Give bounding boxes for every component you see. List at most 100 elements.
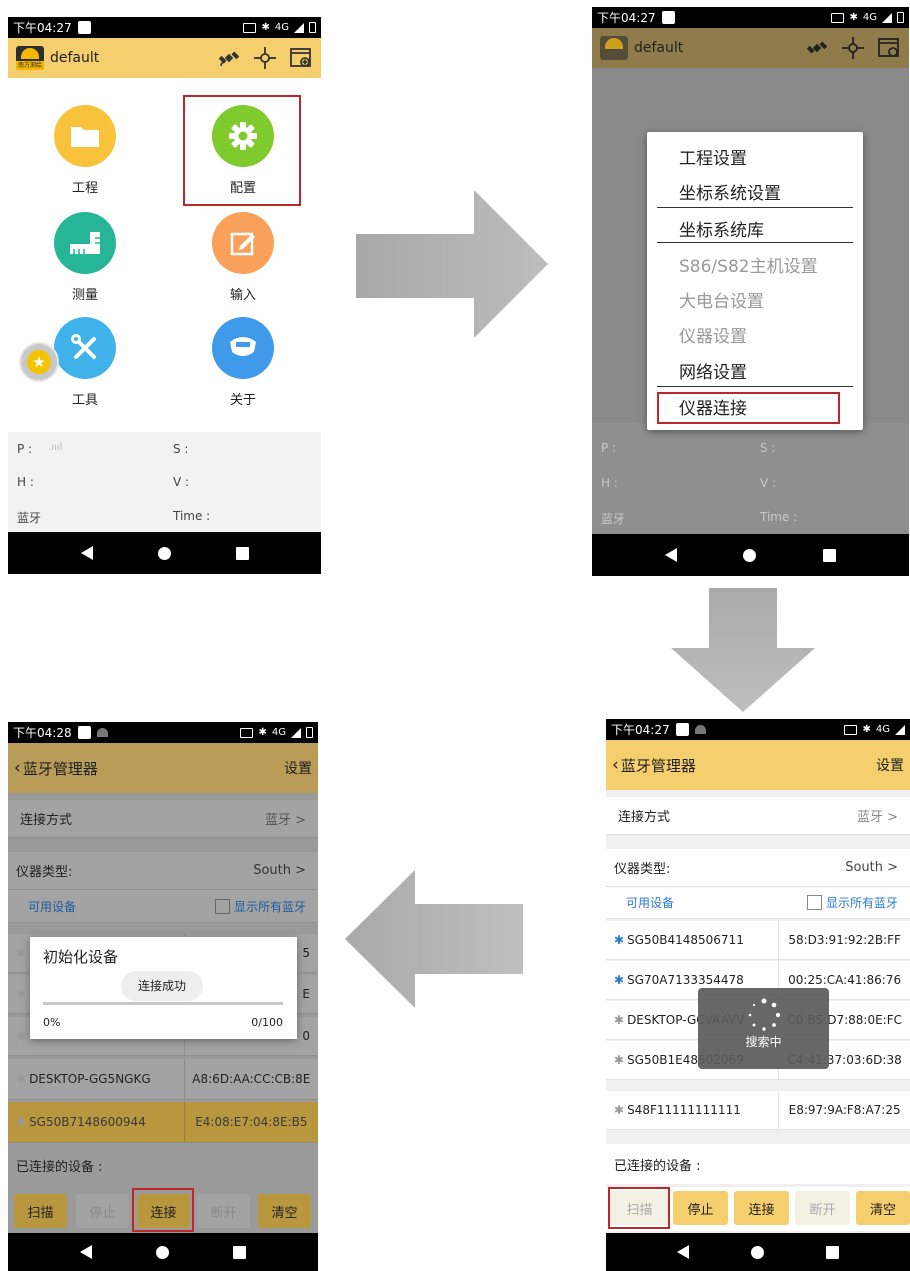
instrument-type-label: 仪器类型:	[614, 862, 671, 877]
device-name: DESKTOP-GG5NGKG	[29, 1072, 151, 1086]
menu-item-coord-settings[interactable]: 坐标系统设置	[647, 179, 863, 204]
info-p: P :	[601, 441, 617, 455]
wifi-icon	[96, 728, 108, 737]
highlight-instrument-connect	[657, 392, 840, 424]
home-icon[interactable]	[157, 546, 171, 560]
satellite-icon[interactable]	[217, 46, 241, 70]
home-icon[interactable]	[743, 548, 757, 562]
highlight-connect	[132, 1188, 194, 1232]
menu-survey[interactable]: 测量	[30, 212, 140, 303]
device-name: SG50B4148506711	[627, 933, 744, 947]
back-chevron-icon[interactable]: ‹	[612, 755, 619, 775]
menu-about[interactable]: 关于	[188, 317, 298, 408]
network-label: 4G	[271, 727, 286, 738]
app-bar: default	[592, 28, 909, 68]
status-bar: 下午04:28 ✱ 4G	[8, 722, 318, 743]
title-bar: ‹ 蓝牙管理器 设置	[606, 740, 910, 790]
available-header: 可用设备 显示所有蓝牙	[606, 887, 910, 919]
scan-button: 扫描	[14, 1194, 67, 1228]
menu-item-coord-library[interactable]: 坐标系统库	[647, 216, 863, 241]
instrument-type-label: 仪器类型:	[16, 865, 73, 880]
menu-item-project-settings[interactable]: 工程设置	[647, 144, 863, 169]
signal-icon	[291, 727, 301, 738]
back-icon[interactable]	[80, 546, 93, 560]
menu-item-instrument-settings: 仪器设置	[679, 327, 747, 347]
window-add-icon	[878, 38, 899, 57]
info-time: Time :	[173, 509, 211, 523]
app-logo	[600, 36, 628, 60]
info-h: H :	[601, 476, 618, 490]
app-logo: 南方测绘	[16, 46, 44, 70]
arrow-left-icon	[345, 870, 523, 1008]
connection-method-row[interactable]: 连接方式 蓝牙 >	[606, 797, 910, 835]
clear-button[interactable]: 清空	[856, 1191, 910, 1225]
connected-devices-label: 已连接的设备 :	[614, 1158, 701, 1174]
show-all-label: 显示所有蓝牙	[233, 899, 306, 914]
connect-button[interactable]: 连接	[734, 1191, 789, 1225]
menu-input[interactable]: 输入	[188, 212, 298, 303]
title-bar: ‹ 蓝牙管理器 设置	[8, 743, 318, 793]
disconnect-button: 断开	[197, 1194, 250, 1228]
crosshair-icon[interactable]	[253, 46, 277, 70]
recent-apps-icon[interactable]	[235, 546, 249, 560]
status-right: ✱ 4G	[243, 22, 316, 33]
status-time: 下午04:28	[13, 726, 72, 740]
back-icon	[80, 1245, 92, 1259]
device-row[interactable]: ✱ S48F11111111111 E8:97:9A:F8:A7:25	[606, 1091, 910, 1130]
battery-icon	[309, 22, 316, 33]
status-time: 下午04:27	[597, 11, 656, 25]
info-panel: P : .ıııl S : H : V : 蓝牙 Time :	[8, 432, 321, 532]
bluetooth-icon: ✱	[16, 1029, 27, 1043]
bluetooth-icon: ✱	[16, 946, 27, 960]
window-add-icon[interactable]	[289, 46, 313, 70]
signal-bars-icon: .ıııl	[48, 442, 63, 453]
bluetooth-icon: ✱	[16, 987, 27, 1001]
page-title: 蓝牙管理器	[620, 756, 696, 775]
bluetooth-icon: ✱	[16, 1072, 27, 1086]
menu-input-label: 输入	[229, 288, 256, 303]
disconnect-button[interactable]: 断开	[795, 1191, 850, 1225]
back-icon[interactable]	[665, 548, 678, 562]
connect-success-toast: 连接成功	[121, 971, 203, 1001]
back-icon[interactable]	[677, 1245, 689, 1259]
dialog-title: 初始化设备	[43, 948, 119, 966]
menu-item-network-settings[interactable]: 网络设置	[647, 358, 863, 383]
device-row[interactable]: ✱ SG50B4148506711 58:D3:91:92:2B:FF	[606, 921, 910, 960]
show-all-label: 显示所有蓝牙	[825, 896, 898, 910]
stop-button: 停止	[76, 1194, 129, 1228]
menu-project-label: 工程	[71, 181, 98, 196]
show-all-checkbox[interactable]	[806, 895, 822, 910]
nav-bar	[592, 534, 909, 576]
network-label: 4G	[274, 22, 289, 33]
bluetooth-icon: ✱	[849, 12, 858, 23]
info-s: S :	[173, 442, 189, 456]
device-name: S48F11111111111	[627, 1103, 741, 1117]
instrument-type-row: 仪器类型: South >	[8, 852, 318, 890]
menu-survey-label: 测量	[71, 288, 98, 303]
recent-apps-icon[interactable]	[826, 1245, 839, 1259]
cast-icon	[243, 22, 257, 33]
page-title: 蓝牙管理器	[22, 759, 98, 778]
available-devices-label: 可用设备	[626, 896, 675, 910]
stop-button[interactable]: 停止	[673, 1191, 728, 1225]
receiver-icon	[212, 317, 274, 379]
cast-icon	[831, 12, 845, 23]
button-bar: 扫描 停止 连接 断开 清空	[8, 1188, 318, 1232]
dimmed-info-panel: P : S : H : V : 蓝牙 Time :	[592, 423, 909, 534]
recent-apps-icon[interactable]	[822, 548, 836, 562]
highlight-scan	[608, 1187, 670, 1229]
floating-star-button[interactable]: ★	[19, 342, 59, 382]
connected-devices-label: 已连接的设备 :	[16, 1159, 103, 1175]
screen-bluetooth-scanning: 下午04:27 ✱ 4G ‹ 蓝牙管理器 设置 连接方式 蓝牙 > 仪器类型: …	[606, 719, 910, 1271]
settings-button[interactable]: 设置	[876, 755, 904, 775]
info-s: S :	[760, 441, 776, 455]
home-icon[interactable]	[751, 1245, 764, 1259]
menu-project[interactable]: 工程	[30, 105, 140, 196]
status-bar: 下午04:27 ✱ 4G	[606, 719, 910, 740]
instrument-type-row[interactable]: 仪器类型: South >	[606, 849, 910, 887]
progress-count: 0/100	[251, 1016, 283, 1029]
device-mac: A8:6D:AA:CC:CB:8E	[192, 1072, 311, 1086]
menu-item-s86-settings: S86/S82主机设置	[679, 257, 818, 277]
satellite-icon	[806, 41, 828, 54]
bluetooth-icon: ✱	[862, 724, 871, 735]
